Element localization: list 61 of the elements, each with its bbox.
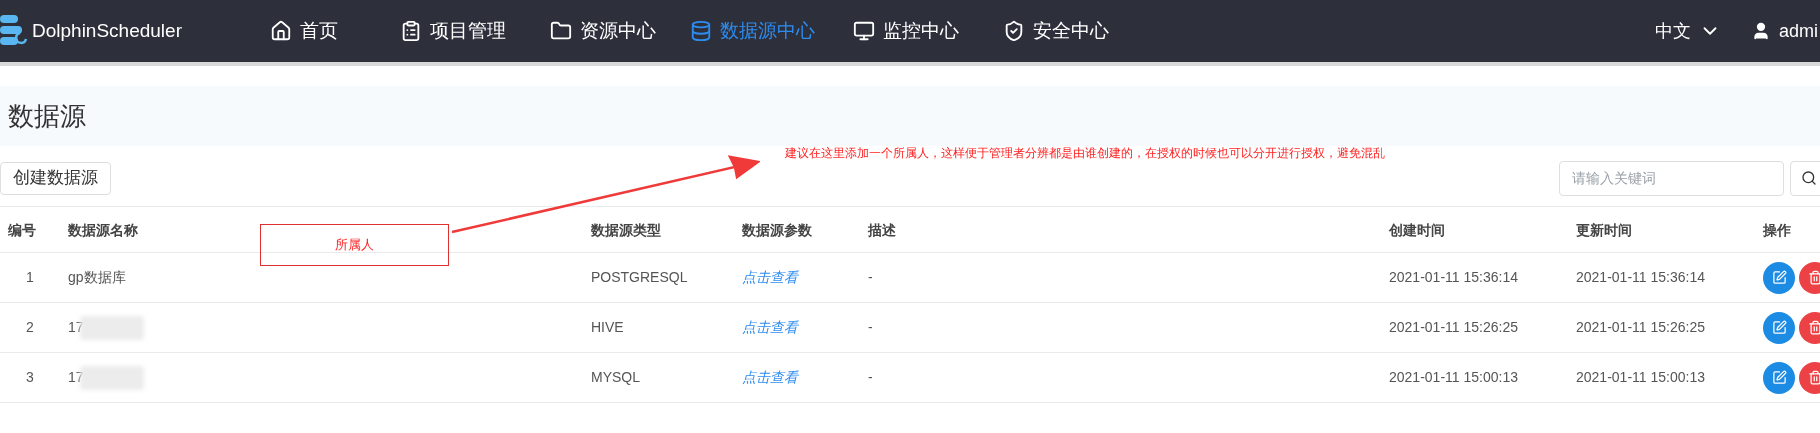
database-icon <box>690 20 712 42</box>
nav-tab[interactable]: 资源中心 <box>550 16 690 46</box>
search-icon <box>1801 170 1817 186</box>
table-cell-text: - <box>868 318 873 337</box>
language-dropdown[interactable]: 中文 <box>1655 17 1721 45</box>
table-cell-text: gp数据库 <box>68 268 126 287</box>
column-header: 编号 <box>8 221 36 238</box>
table-cell-text: - <box>868 268 873 287</box>
home-icon <box>270 20 292 42</box>
trash-icon <box>1807 370 1820 385</box>
nav-tab[interactable]: 项目管理 <box>400 16 550 46</box>
monitor-icon <box>853 20 875 42</box>
table-cell-text: 2021-01-11 15:36:14 <box>1576 268 1705 287</box>
edit-icon <box>1771 270 1787 285</box>
search-button[interactable] <box>1790 160 1820 196</box>
create-datasource-button[interactable]: 创建数据源 <box>0 161 111 195</box>
clipboard-icon <box>400 20 422 42</box>
column-header: 创建时间 <box>1389 221 1445 238</box>
trash-icon <box>1807 320 1820 335</box>
column-header: 操作 <box>1763 221 1791 238</box>
column-header: 描述 <box>868 221 896 238</box>
table-cell-text: 2 <box>26 318 34 337</box>
nav-tab[interactable]: 安全中心 <box>1003 16 1153 46</box>
table-cell-text: 17 <box>68 318 84 337</box>
table-cell-text: 3 <box>26 368 34 387</box>
folder-icon <box>550 20 572 42</box>
page-title: 数据源 <box>8 99 86 133</box>
nav-tab[interactable]: 数据源中心 <box>690 16 853 46</box>
table-cell-text: POSTGRESQL <box>591 268 688 287</box>
table-cell-text: 1 <box>26 268 34 287</box>
annotation-label: 所属人 <box>335 236 374 255</box>
edit-button[interactable] <box>1763 311 1795 344</box>
user-menu[interactable]: admi <box>1751 17 1818 45</box>
view-params-link[interactable]: 点击查看 <box>742 367 798 388</box>
user-icon <box>1751 21 1771 41</box>
table-cell-text: 2021-01-11 15:26:25 <box>1576 318 1705 337</box>
nav-tab[interactable]: 监控中心 <box>853 16 1003 46</box>
edit-button[interactable] <box>1763 261 1795 294</box>
view-params-link[interactable]: 点击查看 <box>742 267 798 288</box>
table-cell-text: 2021-01-11 15:26:25 <box>1389 318 1518 337</box>
nav-tab[interactable]: 首页 <box>270 16 400 46</box>
edit-icon <box>1771 370 1787 385</box>
table-cell-text: 17 <box>68 368 84 387</box>
edit-icon <box>1771 320 1787 335</box>
annotation-note: 建议在这里添加一个所属人，这样便于管理者分辨都是由谁创建的，在授权的时候也可以分开进行授权，避免混乱 <box>785 145 1385 162</box>
edit-button[interactable] <box>1763 361 1795 394</box>
search-field[interactable]: 请输入关键词 <box>1559 160 1784 196</box>
column-header: 数据源名称 <box>68 221 138 238</box>
column-header: 更新时间 <box>1576 221 1632 238</box>
column-header: 数据源类型 <box>591 221 661 238</box>
shield-icon <box>1003 20 1025 42</box>
trash-icon <box>1807 270 1820 285</box>
table-cell-text: 2021-01-11 15:00:13 <box>1389 368 1518 387</box>
table-cell-text: 2021-01-11 15:00:13 <box>1576 368 1705 387</box>
column-header: 数据源参数 <box>742 221 812 238</box>
table-cell-text: - <box>868 368 873 387</box>
table-cell-text: HIVE <box>591 318 624 337</box>
app-logo-text: DolphinScheduler <box>32 18 183 43</box>
table-cell-text: 2021-01-11 15:36:14 <box>1389 268 1518 287</box>
table-cell-text: MYSQL <box>591 368 640 387</box>
view-params-link[interactable]: 点击查看 <box>742 317 798 338</box>
